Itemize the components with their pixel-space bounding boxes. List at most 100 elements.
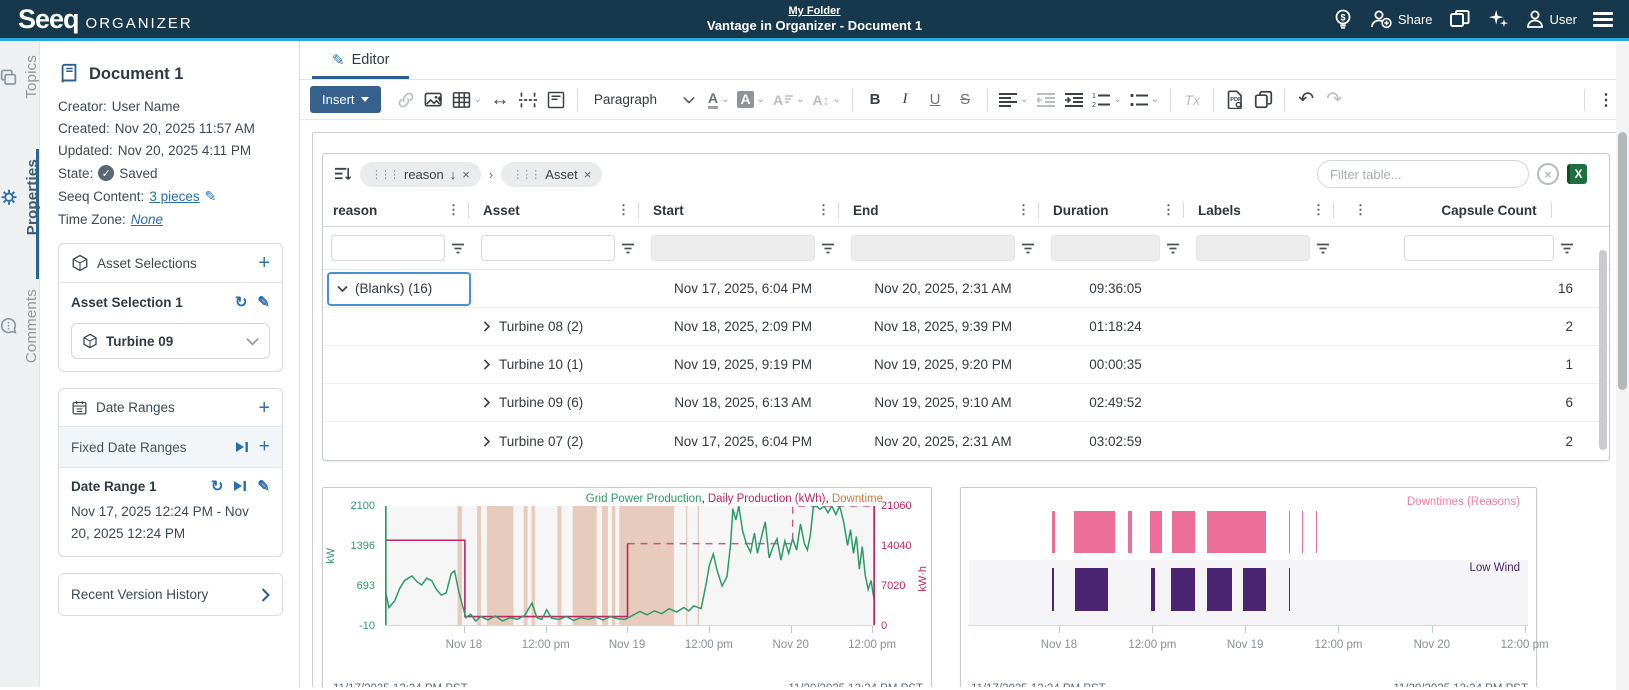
group-pill-reason[interactable]: ⋮⋮⋮ reason ↓ × bbox=[360, 162, 481, 187]
cell-duration[interactable]: 01:18:24 bbox=[1043, 308, 1188, 346]
table-row-group-cell[interactable]: Turbine 09 (6) bbox=[473, 384, 643, 422]
outdent-button[interactable] bbox=[1033, 86, 1059, 114]
column-header-start[interactable]: Start⋮ bbox=[643, 194, 843, 227]
downtimes-capsule-chart[interactable]: Downtimes (Reasons) Low Wind Nov 1812:00… bbox=[960, 487, 1537, 687]
filter-table-input[interactable] bbox=[1317, 160, 1529, 188]
column-header-asset[interactable]: Asset⋮ bbox=[473, 194, 643, 227]
chevron-down-icon[interactable] bbox=[337, 285, 348, 293]
cell-capsule-count[interactable]: 1 bbox=[1378, 346, 1609, 384]
cell-end[interactable]: Nov 18, 2025, 9:39 PM bbox=[843, 308, 1043, 346]
clear-formatting-button[interactable]: Tx bbox=[1179, 86, 1205, 114]
font-size-button[interactable]: A ⌄ bbox=[770, 86, 808, 114]
user-menu[interactable]: User bbox=[1525, 9, 1577, 29]
selected-group-cell[interactable]: (Blanks) (16) bbox=[327, 272, 471, 306]
bullet-list-button[interactable]: ⌄ bbox=[1127, 86, 1162, 114]
step-date-range-icon[interactable] bbox=[233, 480, 247, 492]
tab-comments[interactable]: Comments bbox=[0, 289, 40, 363]
asset-filter-input[interactable] bbox=[481, 235, 615, 261]
link-icon[interactable] bbox=[393, 86, 419, 114]
step-date-range-icon[interactable] bbox=[235, 441, 249, 453]
cell-labels[interactable] bbox=[1188, 422, 1338, 460]
cell-start[interactable]: Nov 17, 2025, 6:04 PM bbox=[643, 270, 843, 308]
page-scrollbar[interactable] bbox=[1616, 44, 1629, 690]
share-button[interactable]: Share bbox=[1369, 9, 1433, 29]
redo-button[interactable]: ↷ bbox=[1321, 86, 1347, 114]
italic-button[interactable]: I bbox=[891, 86, 919, 114]
chevron-right-icon[interactable] bbox=[483, 397, 491, 408]
filter-icon[interactable] bbox=[1560, 243, 1574, 254]
cell-labels[interactable] bbox=[1188, 308, 1338, 346]
drag-handle-icon[interactable]: ⋮⋮⋮ bbox=[512, 168, 539, 181]
indent-button[interactable] bbox=[1061, 86, 1087, 114]
filter-icon[interactable] bbox=[1316, 243, 1330, 254]
add-asset-selection-button[interactable]: + bbox=[258, 256, 270, 270]
export-pdf-button[interactable]: PDF bbox=[1222, 86, 1248, 114]
trend-plot-area[interactable] bbox=[385, 506, 875, 626]
refresh-asset-selection-icon[interactable]: ↻ bbox=[235, 293, 248, 311]
copy-pages-button[interactable] bbox=[1250, 86, 1276, 114]
windows-icon[interactable] bbox=[1449, 9, 1471, 29]
column-header-end[interactable]: End⋮ bbox=[843, 194, 1043, 227]
column-menu-kebab[interactable]: ⋮ bbox=[1156, 202, 1181, 218]
timezone-link[interactable]: None bbox=[131, 212, 163, 227]
cell-duration[interactable]: 03:02:59 bbox=[1043, 422, 1188, 460]
cell-reason[interactable] bbox=[323, 422, 473, 460]
column-menu-kebab[interactable]: ⋮ bbox=[1306, 202, 1331, 218]
table-row-group-cell[interactable]: Turbine 08 (2) bbox=[473, 308, 643, 346]
cell-capsule-count[interactable]: 2 bbox=[1378, 422, 1609, 460]
usage-lightbulb-icon[interactable]: $ bbox=[1333, 8, 1353, 30]
production-trend-chart[interactable]: Grid Power Production, Daily Production … bbox=[322, 487, 932, 687]
table-row-group-cell[interactable]: Turbine 07 (2) bbox=[473, 422, 643, 460]
underline-button[interactable]: U bbox=[921, 86, 949, 114]
table-row-group-cell[interactable]: (Blanks) (16) bbox=[323, 270, 473, 308]
numbered-list-button[interactable]: 12 ⌄ bbox=[1089, 86, 1124, 114]
filter-icon[interactable] bbox=[451, 243, 465, 254]
chevron-right-icon[interactable] bbox=[483, 436, 491, 447]
table-scrollbar[interactable] bbox=[1599, 250, 1607, 450]
page-break-icon[interactable] bbox=[515, 86, 541, 114]
table-row-group-cell[interactable]: Turbine 10 (1) bbox=[473, 346, 643, 384]
insert-image-icon[interactable] bbox=[421, 86, 447, 114]
column-menu-kebab[interactable]: ⋮ bbox=[811, 202, 836, 218]
cell-labels[interactable] bbox=[1188, 346, 1338, 384]
edit-asset-selection-icon[interactable]: ✎ bbox=[257, 293, 270, 311]
line-height-button[interactable]: A↕⌄ bbox=[810, 86, 845, 114]
column-header-capsule-count[interactable]: Capsule Count bbox=[1378, 194, 1609, 227]
ai-sparkle-icon[interactable] bbox=[1487, 8, 1509, 30]
tab-editor[interactable]: ✎ Editor bbox=[312, 43, 409, 79]
cell-duration[interactable]: 09:36:05 bbox=[1043, 270, 1188, 308]
cell-start[interactable]: Nov 18, 2025, 6:13 AM bbox=[643, 384, 843, 422]
capsule-plot-area[interactable]: Downtimes (Reasons) Low Wind bbox=[969, 494, 1528, 626]
font-color-button[interactable]: A⌄ bbox=[705, 86, 733, 114]
capsules-filter-input[interactable] bbox=[1404, 235, 1554, 261]
text-block-icon[interactable] bbox=[543, 86, 569, 114]
filter-icon[interactable] bbox=[1166, 243, 1180, 254]
cell-end[interactable]: Nov 19, 2025, 9:20 PM bbox=[843, 346, 1043, 384]
cell-labels[interactable] bbox=[1188, 270, 1338, 308]
paragraph-style-dropdown[interactable]: Paragraph bbox=[586, 92, 703, 107]
filter-icon[interactable] bbox=[1021, 243, 1035, 254]
seeq-logo[interactable]: Seeq ORGANIZER bbox=[18, 4, 278, 35]
cell-labels[interactable] bbox=[1188, 384, 1338, 422]
column-header-extra[interactable]: ⋮ bbox=[1338, 194, 1378, 227]
cell-capsule-count[interactable]: 2 bbox=[1378, 308, 1609, 346]
column-header-duration[interactable]: Duration⋮ bbox=[1043, 194, 1188, 227]
column-menu-kebab[interactable]: ⋮ bbox=[611, 202, 636, 218]
tab-topics[interactable]: Topics bbox=[0, 55, 40, 99]
cell-capsule-count[interactable]: 6 bbox=[1378, 384, 1609, 422]
export-excel-icon[interactable]: X bbox=[1567, 164, 1587, 184]
highlight-color-button[interactable]: A⌄ bbox=[734, 86, 768, 114]
cell-end[interactable]: Nov 20, 2025, 2:31 AM bbox=[843, 422, 1043, 460]
resize-icon[interactable]: ↔ bbox=[487, 86, 513, 114]
asset-dropdown[interactable]: Turbine 09 bbox=[71, 323, 270, 359]
cell-start[interactable]: Nov 18, 2025, 2:09 PM bbox=[643, 308, 843, 346]
column-header-reason[interactable]: reason⋮ bbox=[323, 194, 473, 227]
group-settings-icon[interactable] bbox=[333, 166, 352, 183]
column-header-labels[interactable]: Labels⋮ bbox=[1188, 194, 1338, 227]
refresh-date-range-icon[interactable]: ↻ bbox=[211, 477, 224, 495]
reason-filter-input[interactable] bbox=[331, 235, 445, 261]
my-folder-link[interactable]: My Folder bbox=[789, 5, 841, 17]
column-menu-kebab[interactable]: ⋮ bbox=[441, 202, 466, 218]
cell-capsule-count[interactable]: 16 bbox=[1378, 270, 1609, 308]
insert-button[interactable]: Insert bbox=[310, 86, 381, 113]
